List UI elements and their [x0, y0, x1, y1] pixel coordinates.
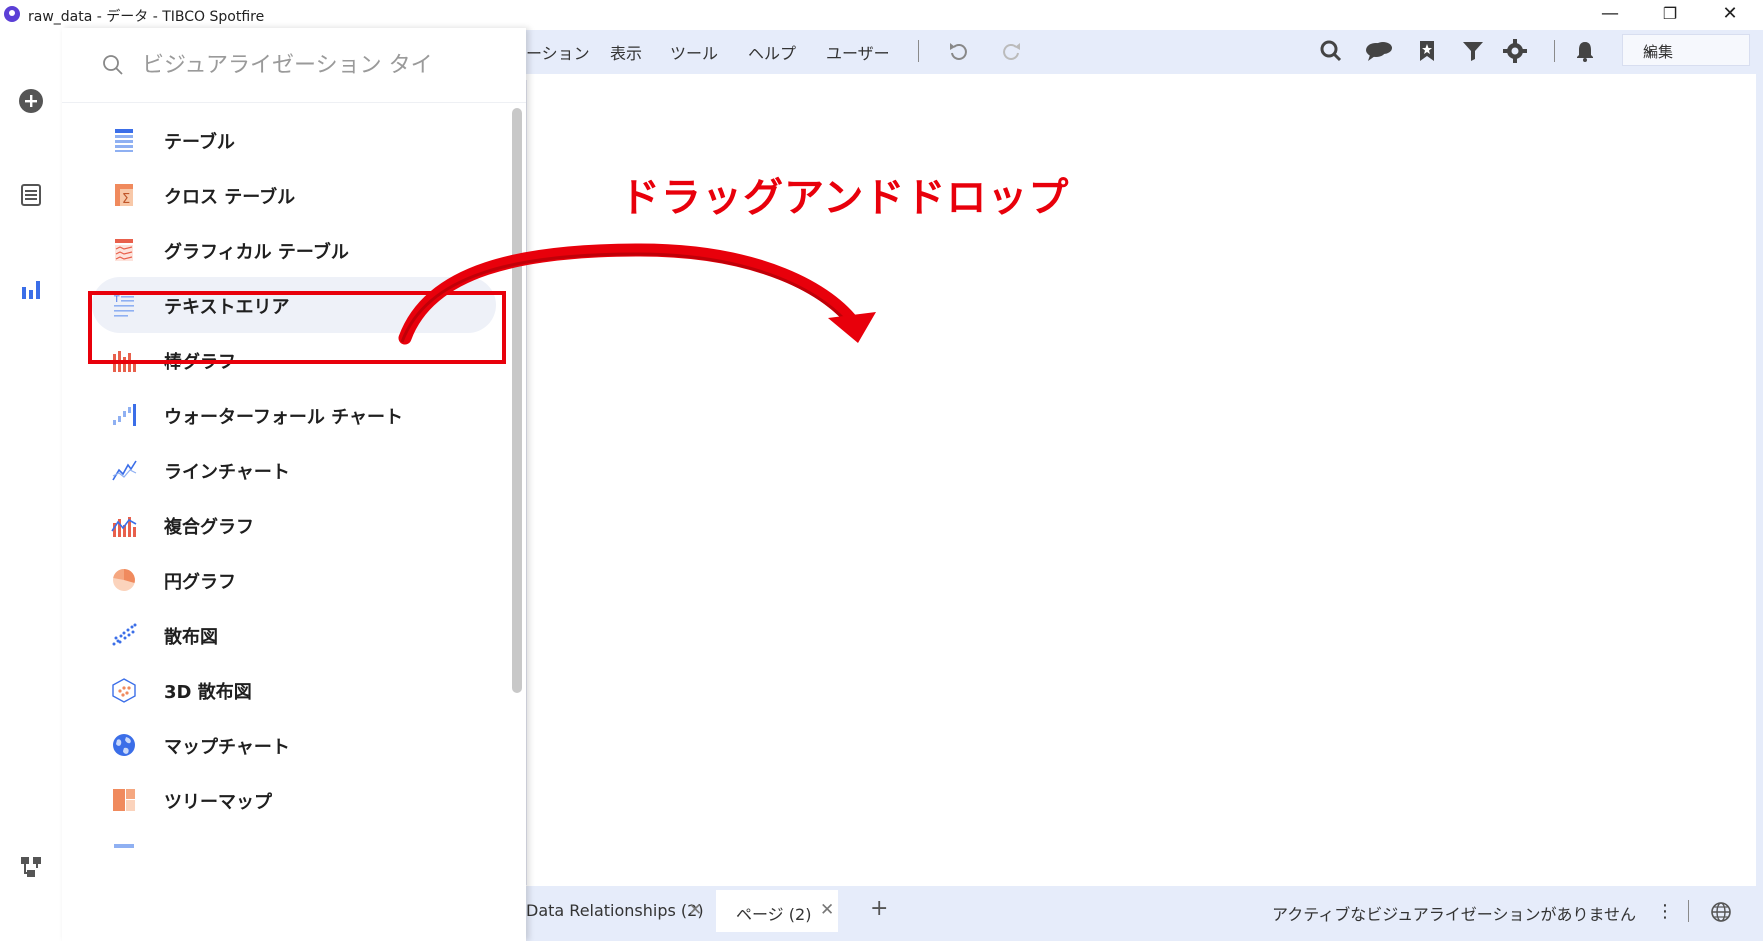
viz-item-label: 3D 散布図: [164, 682, 252, 703]
viz-item-next[interactable]: [92, 827, 496, 883]
scatter-plot-icon: [112, 623, 137, 646]
viz-item-waterfall-chart[interactable]: ウォーターフォール チャート: [92, 387, 496, 443]
canvas-frame: [1756, 74, 1763, 886]
menu-bar: ーション 表示 ツール ヘルプ ユーザー: [526, 30, 1763, 74]
search-icon: [103, 55, 123, 75]
combination-chart-icon: [111, 517, 137, 537]
bookmark-icon[interactable]: [1414, 38, 1440, 64]
close-button[interactable]: ✕: [1710, 2, 1750, 26]
tab-close-icon[interactable]: ✕: [688, 900, 702, 920]
treemap-icon: [113, 789, 135, 811]
drag-and-drop-annotation: ドラッグアンドドロップ: [620, 175, 1070, 221]
tab-close-icon[interactable]: ✕: [820, 900, 834, 920]
window-title: raw_data - データ - TIBCO Spotfire: [28, 9, 265, 25]
table-icon: [115, 129, 133, 152]
visualization-list: テーブル Σ クロス テーブル グラフィカル テーブル T テキストエリア 棒グ…: [62, 102, 512, 941]
cross-table-icon: Σ: [115, 184, 133, 207]
viz-item-map-chart[interactable]: マップチャート: [92, 717, 496, 773]
viz-item-label: クロス テーブル: [164, 187, 296, 208]
viz-item-label: 散布図: [164, 627, 218, 648]
left-rail: [0, 28, 62, 941]
menu-separator: [918, 40, 919, 62]
notifications-icon[interactable]: [1572, 38, 1598, 64]
viz-item-pie-chart[interactable]: 円グラフ: [92, 552, 496, 608]
menu-visualization[interactable]: ーション: [526, 40, 590, 64]
graphical-table-icon: [115, 239, 133, 261]
menu-help[interactable]: ヘルプ: [748, 40, 796, 64]
pie-chart-icon: [113, 569, 135, 591]
bar-chart-icon[interactable]: [18, 276, 44, 302]
chevron-down-icon: ⌄: [1643, 39, 1656, 57]
spotfire-logo-icon: [4, 6, 20, 22]
menu-view[interactable]: 表示: [610, 40, 642, 64]
add-icon[interactable]: [18, 88, 44, 114]
viz-item-label: グラフィカル テーブル: [164, 242, 349, 263]
globe-icon[interactable]: [1710, 901, 1732, 923]
restore-button[interactable]: ❐: [1650, 2, 1690, 26]
waterfall-chart-icon: [113, 404, 136, 426]
tab-data-relationships[interactable]: Data Relationships (2): [526, 901, 704, 920]
map-chart-icon: [113, 734, 135, 756]
viz-item-label: 複合グラフ: [164, 517, 254, 538]
chart-icon: [114, 844, 134, 848]
bottom-separator: [1688, 900, 1689, 922]
highlight-box: [88, 291, 506, 364]
settings-icon[interactable]: [1502, 38, 1528, 64]
toolbar-separator: [1554, 40, 1555, 62]
data-table-icon[interactable]: [18, 182, 44, 208]
search-icon[interactable]: [1318, 38, 1344, 64]
more-options-icon[interactable]: ⋮: [1656, 901, 1674, 922]
viz-item-label: 円グラフ: [164, 572, 236, 593]
undo-icon[interactable]: [946, 38, 972, 64]
viz-item-table[interactable]: テーブル: [92, 112, 496, 168]
filter-icon[interactable]: [1460, 38, 1486, 64]
viz-item-combination-chart[interactable]: 複合グラフ: [92, 497, 496, 553]
viz-item-3d-scatter-plot[interactable]: 3D 散布図: [92, 662, 496, 718]
visualization-search-input[interactable]: [142, 50, 512, 80]
visualization-panel: テーブル Σ クロス テーブル グラフィカル テーブル: [62, 28, 526, 941]
mode-select[interactable]: 編集 ⌄: [1622, 34, 1750, 66]
line-chart-icon: [112, 460, 137, 481]
comments-icon[interactable]: [1364, 38, 1394, 64]
redo-icon[interactable]: [998, 38, 1024, 64]
scatter-3d-icon: [112, 678, 136, 703]
menu-user[interactable]: ユーザー: [826, 40, 890, 64]
tab-page-2[interactable]: ページ (2): [736, 901, 811, 925]
viz-item-treemap[interactable]: ツリーマップ: [92, 772, 496, 828]
title-bar: raw_data - データ - TIBCO Spotfire — ❐ ✕: [0, 0, 1763, 28]
viz-item-label: ラインチャート: [164, 462, 290, 483]
add-page-button[interactable]: +: [870, 896, 888, 921]
viz-item-graphical-table[interactable]: グラフィカル テーブル: [92, 222, 496, 278]
visualization-search: [62, 28, 526, 103]
viz-item-label: マップチャート: [164, 737, 290, 758]
svg-text:Σ: Σ: [122, 192, 130, 207]
viz-item-scatter-plot[interactable]: 散布図: [92, 607, 496, 663]
status-text: アクティブなビジュアライゼーションがありません: [1272, 905, 1637, 924]
viz-item-cross-table[interactable]: Σ クロス テーブル: [92, 167, 496, 223]
minimize-button[interactable]: —: [1590, 2, 1630, 26]
viz-item-label: テーブル: [164, 132, 235, 153]
viz-item-label: ウォーターフォール チャート: [164, 407, 404, 428]
page-tab-bar: Data Relationships (2) ✕ ページ (2) ✕ + アクテ…: [526, 886, 1763, 941]
viz-item-line-chart[interactable]: ラインチャート: [92, 442, 496, 498]
menu-tools[interactable]: ツール: [670, 40, 718, 64]
data-relationships-icon[interactable]: [18, 854, 44, 880]
viz-item-label: ツリーマップ: [164, 792, 272, 813]
panel-scrollbar[interactable]: [512, 108, 522, 693]
